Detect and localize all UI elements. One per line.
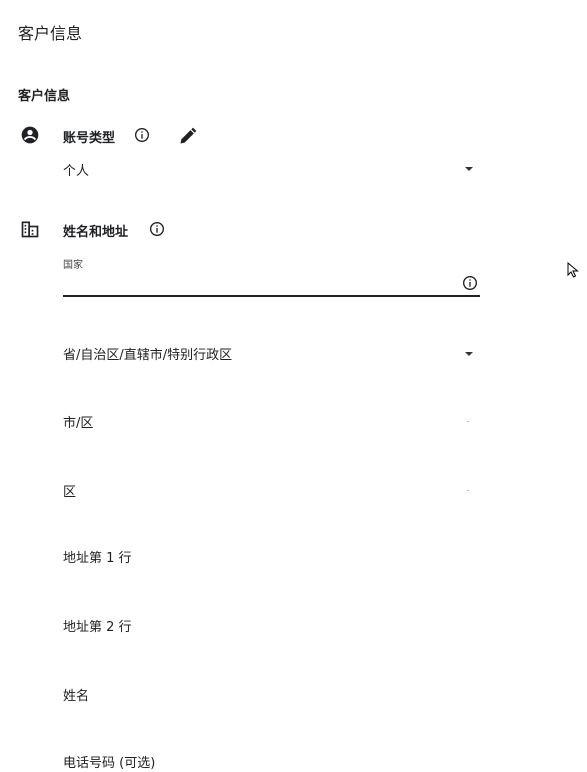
- chevron-down-icon[interactable]: [465, 167, 473, 171]
- account-type-select[interactable]: 个人: [63, 160, 89, 179]
- info-icon[interactable]: [149, 221, 165, 237]
- phone-field[interactable]: 电话号码 (可选): [63, 752, 480, 771]
- province-select[interactable]: 省/自治区/直辖市/特别行政区: [63, 344, 480, 363]
- edit-pencil-icon[interactable]: [178, 126, 198, 146]
- field-indicator: [467, 421, 469, 422]
- section-title: 客户信息: [18, 89, 71, 104]
- address-line1-field[interactable]: 地址第 1 行: [63, 547, 480, 566]
- mouse-cursor-icon: [567, 262, 579, 278]
- name-field[interactable]: 姓名: [63, 685, 480, 704]
- address-line2-field[interactable]: 地址第 2 行: [63, 616, 480, 635]
- info-icon[interactable]: [134, 127, 150, 143]
- country-input-underline: [63, 295, 480, 297]
- chevron-down-icon[interactable]: [465, 352, 473, 356]
- city-field[interactable]: 市/区: [63, 412, 480, 431]
- field-indicator: [467, 490, 469, 491]
- district-field[interactable]: 区: [63, 481, 480, 500]
- info-icon[interactable]: [462, 275, 478, 291]
- page-title: 客户信息: [18, 24, 83, 43]
- account-circle-icon: [21, 126, 39, 144]
- business-building-icon: [21, 221, 39, 238]
- name-address-label: 姓名和地址: [63, 225, 129, 240]
- account-type-label: 账号类型: [63, 131, 116, 146]
- country-input[interactable]: [63, 268, 480, 295]
